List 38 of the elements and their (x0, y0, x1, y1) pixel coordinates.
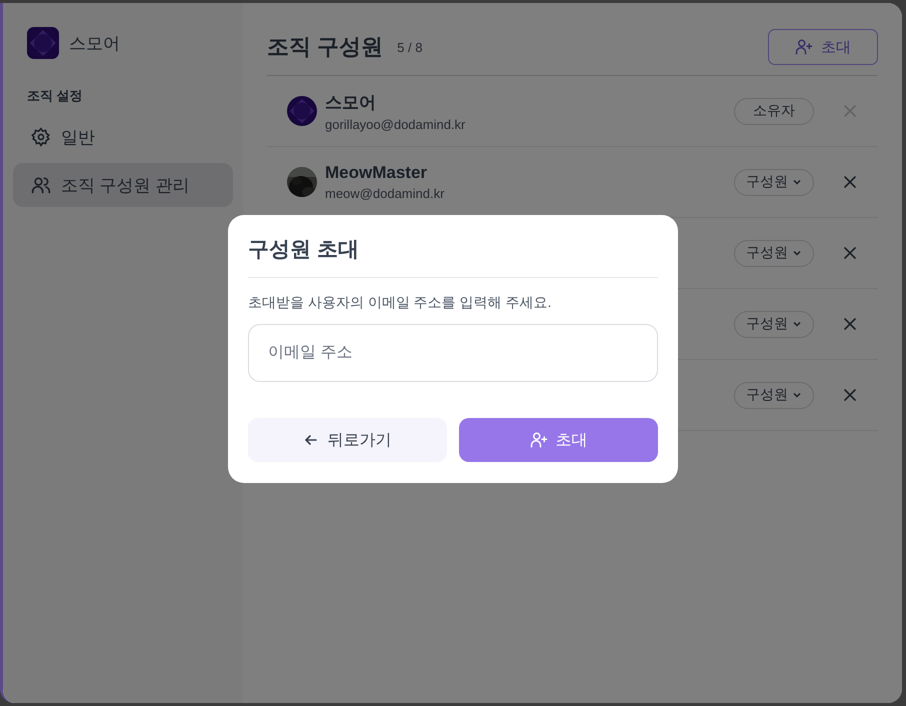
logo-icon (27, 27, 59, 59)
member-email: gorillayoo@dodamind.kr (325, 116, 466, 132)
email-field[interactable]: 이메일 주소 (248, 324, 658, 382)
users-icon (31, 175, 51, 195)
dialog-description: 초대받을 사용자의 이메일 주소를 입력해 주세요. (248, 294, 552, 312)
member-email: meow@dodamind.kr (325, 186, 444, 201)
sidebar-item[interactable]: 조직 구성원 관리 (13, 163, 233, 207)
sidebar-item-label: 일반 (61, 126, 95, 148)
remove-button[interactable] (842, 316, 858, 332)
invite-button[interactable]: 초대 (768, 29, 878, 65)
page-title: 조직 구성원 (267, 33, 384, 61)
role-dropdown[interactable]: 구성원 (734, 168, 814, 196)
invite-submit-button[interactable]: 초대 (459, 418, 658, 462)
sidebar-item-label: 조직 구성원 관리 (61, 174, 190, 196)
dialog-title: 구성원 초대 (248, 235, 658, 278)
role-dropdown[interactable]: 구성원 (734, 382, 814, 408)
member-name: 스모어 (325, 92, 377, 114)
user-plus-icon (795, 38, 813, 56)
member-name: MeowMaster (325, 163, 428, 183)
member-count: 5 / 8 (397, 40, 422, 54)
section-title: 조직 설정 (26, 87, 84, 105)
role-dropdown[interactable]: 구성원 (734, 240, 814, 266)
arrow-left-icon (304, 433, 318, 447)
chevron-down-icon (792, 248, 802, 258)
chevron-down-icon (792, 319, 802, 329)
back-button[interactable]: 뒤로가기 (248, 418, 447, 462)
sidebar-item[interactable]: 일반 (13, 115, 233, 159)
role-dropdown[interactable]: 구성원 (734, 310, 814, 338)
chevron-down-icon (792, 390, 802, 400)
org-name: 스모어 (69, 32, 120, 54)
role-label: 소유자 (734, 98, 814, 124)
avatar-logo-icon (287, 96, 317, 126)
settings-icon (31, 127, 51, 147)
remove-button[interactable] (842, 387, 858, 403)
remove-button[interactable] (842, 174, 858, 190)
remove-button[interactable] (842, 245, 858, 261)
user-plus-icon (530, 431, 548, 449)
chevron-down-icon (792, 177, 802, 187)
